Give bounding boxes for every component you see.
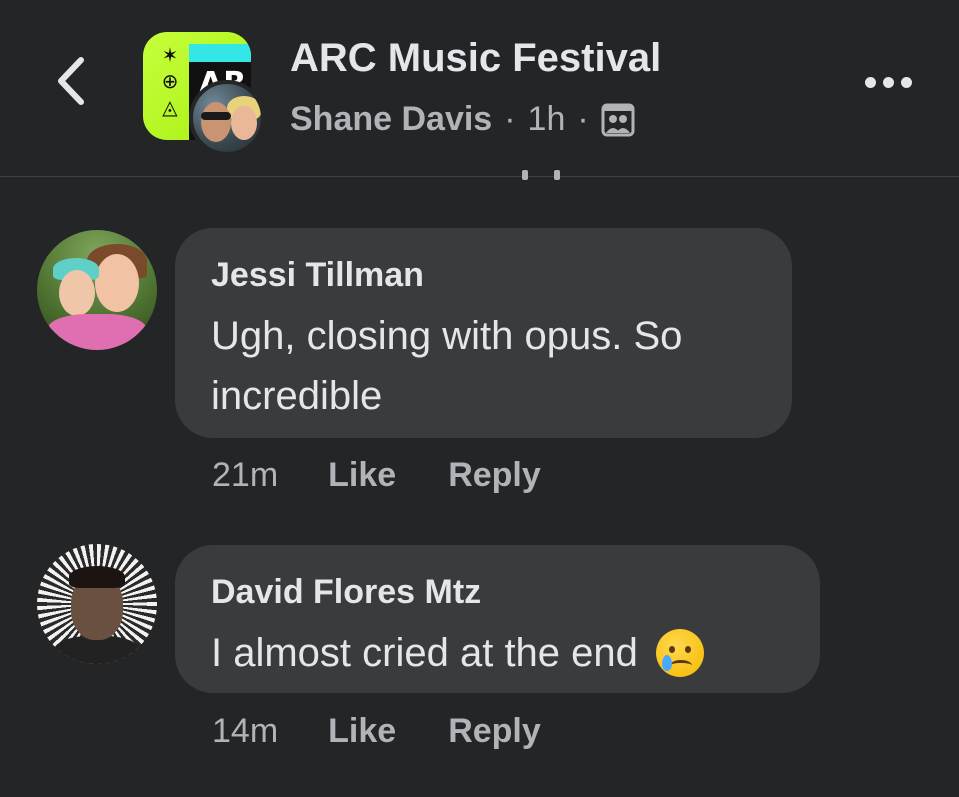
avatar-detail bbox=[201, 112, 231, 120]
avatar-detail bbox=[95, 254, 139, 312]
comment-author-avatar[interactable] bbox=[37, 544, 157, 664]
avatar-detail bbox=[231, 106, 257, 140]
avatar-detail bbox=[53, 636, 141, 664]
more-horizontal-icon bbox=[882, 76, 894, 88]
poster-name[interactable]: Shane Davis bbox=[290, 100, 492, 139]
triangle-glyph-icon: ◬ bbox=[162, 95, 178, 119]
meta-separator: · bbox=[577, 100, 589, 138]
comment-text: Ugh, closing with opus. So incredible bbox=[211, 314, 683, 418]
like-button[interactable]: Like bbox=[328, 712, 396, 751]
more-horizontal-icon bbox=[900, 76, 912, 88]
back-button[interactable] bbox=[42, 48, 98, 114]
poster-avatar[interactable] bbox=[189, 80, 265, 156]
group-avatar-band bbox=[189, 44, 251, 64]
reply-button[interactable]: Reply bbox=[448, 712, 541, 751]
group-members-icon bbox=[601, 103, 635, 137]
more-options-button[interactable] bbox=[852, 60, 924, 104]
comment-bubble[interactable]: David Flores Mtz I almost cried at the e… bbox=[175, 545, 820, 693]
post-time[interactable]: 1h bbox=[528, 100, 566, 139]
comment-text-row: I almost cried at the end bbox=[211, 623, 784, 683]
reply-button[interactable]: Reply bbox=[448, 456, 541, 495]
comment-author-name[interactable]: David Flores Mtz bbox=[211, 571, 784, 613]
like-button[interactable]: Like bbox=[328, 456, 396, 495]
comment-bubble[interactable]: Jessi Tillman Ugh, closing with opus. So… bbox=[175, 228, 792, 438]
comment-actions: 14m Like Reply bbox=[212, 712, 541, 751]
avatar-detail bbox=[201, 102, 231, 142]
group-avatar-glyphs: ✶ ⊕ ◬ bbox=[153, 42, 187, 134]
clipped-text-fragment bbox=[500, 166, 580, 180]
avatar-detail bbox=[59, 270, 95, 316]
more-horizontal-icon bbox=[864, 76, 876, 88]
post-meta: Shane Davis · 1h · bbox=[290, 100, 635, 139]
comment-actions: 21m Like Reply bbox=[212, 456, 541, 495]
post-header: AR ✶ ⊕ ◬ ARC Music Festival Shane Davis … bbox=[0, 0, 959, 177]
comment-author-name[interactable]: Jessi Tillman bbox=[211, 254, 756, 296]
chevron-left-icon bbox=[58, 57, 84, 105]
group-title[interactable]: ARC Music Festival bbox=[290, 36, 661, 81]
comment-time[interactable]: 14m bbox=[212, 712, 278, 751]
comment-author-avatar[interactable] bbox=[37, 230, 157, 350]
smiling-face-with-tear-icon bbox=[655, 629, 704, 677]
meta-separator: · bbox=[504, 100, 516, 138]
comment-time[interactable]: 21m bbox=[212, 456, 278, 495]
comment-text: I almost cried at the end bbox=[211, 631, 638, 675]
star-glyph-icon: ✶ bbox=[161, 43, 179, 67]
avatar-detail bbox=[69, 566, 125, 588]
globe-glyph-icon: ⊕ bbox=[161, 69, 179, 93]
avatar-detail bbox=[47, 314, 147, 350]
